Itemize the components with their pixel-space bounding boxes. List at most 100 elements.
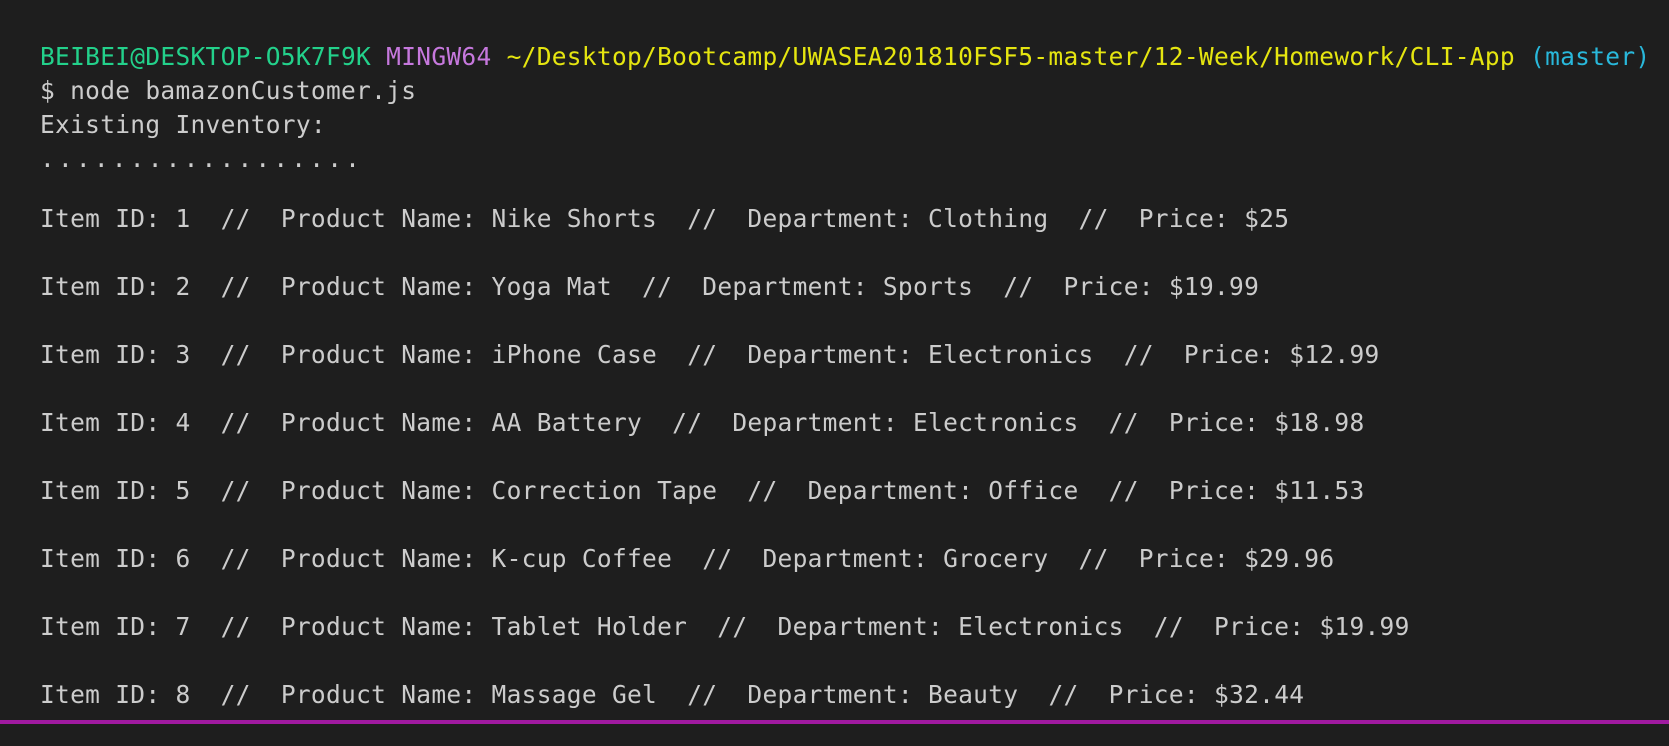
- item-id-label: Item ID:: [40, 204, 176, 233]
- item-id: 4: [175, 408, 191, 437]
- prompt-git-branch: (master): [1530, 42, 1651, 71]
- department-label: Department:: [747, 204, 929, 233]
- separator: //: [190, 680, 281, 709]
- item-id-label: Item ID:: [40, 340, 176, 369]
- inventory-row: Item ID: 2 // Product Name: Yoga Mat // …: [40, 270, 1669, 338]
- product-name-label: Product Name:: [280, 476, 492, 505]
- product-name: Tablet Holder: [491, 612, 688, 641]
- separator: //: [1048, 204, 1139, 233]
- price: $19.99: [1319, 612, 1410, 641]
- separator: //: [1018, 680, 1109, 709]
- product-name-label: Product Name:: [280, 272, 492, 301]
- product-name: AA Battery: [491, 408, 643, 437]
- separator: //: [190, 408, 281, 437]
- item-id-label: Item ID:: [40, 272, 176, 301]
- product-name-label: Product Name:: [280, 612, 492, 641]
- prompt-user-host: BEIBEI@DESKTOP-O5K7F9K: [40, 42, 372, 71]
- product-name-label: Product Name:: [280, 680, 492, 709]
- item-id-label: Item ID:: [40, 476, 176, 505]
- prompt-environment: MINGW64: [386, 42, 492, 71]
- separator: //: [190, 340, 281, 369]
- product-name: iPhone Case: [491, 340, 658, 369]
- separator: //: [611, 272, 703, 301]
- item-id: 7: [175, 612, 191, 641]
- separator: //: [657, 204, 748, 233]
- separator: //: [657, 680, 748, 709]
- inventory-row: Item ID: 8 // Product Name: Massage Gel …: [40, 678, 1669, 746]
- price-label: Price:: [1168, 476, 1275, 505]
- item-id: 3: [175, 340, 191, 369]
- product-name-label: Product Name:: [280, 204, 492, 233]
- product-name-label: Product Name:: [280, 340, 492, 369]
- price-label: Price:: [1063, 272, 1169, 301]
- product-name: Yoga Mat: [491, 272, 612, 301]
- inventory-row: Item ID: 6 // Product Name: K-cup Coffee…: [40, 542, 1669, 610]
- separator: //: [973, 272, 1064, 301]
- price: $32.44: [1214, 680, 1305, 709]
- department-label: Department:: [747, 340, 929, 369]
- item-id: 1: [175, 204, 191, 233]
- department: Clothing: [928, 204, 1049, 233]
- shell-prompt: BEIBEI@DESKTOP-O5K7F9K MINGW64 ~/Desktop…: [40, 40, 1669, 74]
- price-label: Price:: [1183, 340, 1290, 369]
- product-name: Correction Tape: [491, 476, 718, 505]
- item-id-label: Item ID:: [40, 544, 176, 573]
- separator: //: [1093, 340, 1184, 369]
- department: Office: [988, 476, 1079, 505]
- price-label: Price:: [1214, 612, 1320, 641]
- separator: //: [190, 204, 281, 233]
- price-label: Price:: [1138, 544, 1245, 573]
- price: $25: [1244, 204, 1290, 233]
- item-id: 8: [175, 680, 191, 709]
- command-line: $ node bamazonCustomer.js: [40, 76, 417, 105]
- inventory-row: Item ID: 1 // Product Name: Nike Shorts …: [40, 202, 1669, 270]
- department: Beauty: [928, 680, 1019, 709]
- product-name: Massage Gel: [491, 680, 658, 709]
- prompt-path: ~/Desktop/Bootcamp/UWASEA201810FSF5-mast…: [506, 42, 1515, 71]
- department-label: Department:: [732, 408, 913, 437]
- product-name-label: Product Name:: [280, 544, 492, 573]
- inventory-list: Item ID: 1 // Product Name: Nike Shorts …: [40, 202, 1669, 746]
- product-name: K-cup Coffee: [491, 544, 673, 573]
- inventory-row: Item ID: 4 // Product Name: AA Battery /…: [40, 406, 1669, 474]
- separator-line: ..................: [40, 144, 364, 173]
- item-id: 2: [175, 272, 191, 301]
- separator: //: [672, 544, 763, 573]
- product-name: Nike Shorts: [491, 204, 658, 233]
- department: Electronics: [912, 408, 1079, 437]
- terminal-window[interactable]: BEIBEI@DESKTOP-O5K7F9K MINGW64 ~/Desktop…: [0, 0, 1669, 720]
- price: $19.99: [1168, 272, 1260, 301]
- department: Sports: [882, 272, 974, 301]
- separator: //: [1078, 408, 1169, 437]
- item-id: 5: [175, 476, 191, 505]
- separator: //: [190, 544, 281, 573]
- department-label: Department:: [762, 544, 944, 573]
- item-id: 6: [175, 544, 191, 573]
- window-bottom-border: [0, 720, 1669, 724]
- separator: //: [190, 476, 281, 505]
- item-id-label: Item ID:: [40, 408, 176, 437]
- product-name-label: Product Name:: [280, 408, 492, 437]
- price-label: Price:: [1108, 680, 1215, 709]
- separator: //: [190, 272, 281, 301]
- department-label: Department:: [747, 680, 929, 709]
- inventory-row: Item ID: 5 // Product Name: Correction T…: [40, 474, 1669, 542]
- inventory-row: Item ID: 7 // Product Name: Tablet Holde…: [40, 610, 1669, 678]
- department-label: Department:: [777, 612, 959, 641]
- department: Electronics: [958, 612, 1124, 641]
- separator: //: [657, 340, 748, 369]
- department-label: Department:: [702, 272, 883, 301]
- item-id-label: Item ID:: [40, 612, 176, 641]
- separator: //: [1078, 476, 1169, 505]
- department: Electronics: [928, 340, 1094, 369]
- price-label: Price:: [1138, 204, 1245, 233]
- separator: //: [1123, 612, 1214, 641]
- price: $11.53: [1274, 476, 1365, 505]
- price: $29.96: [1244, 544, 1335, 573]
- price: $12.99: [1289, 340, 1380, 369]
- separator: //: [1048, 544, 1139, 573]
- separator: //: [190, 612, 281, 641]
- department-label: Department:: [807, 476, 989, 505]
- separator: //: [687, 612, 778, 641]
- inventory-heading: Existing Inventory:: [40, 110, 326, 139]
